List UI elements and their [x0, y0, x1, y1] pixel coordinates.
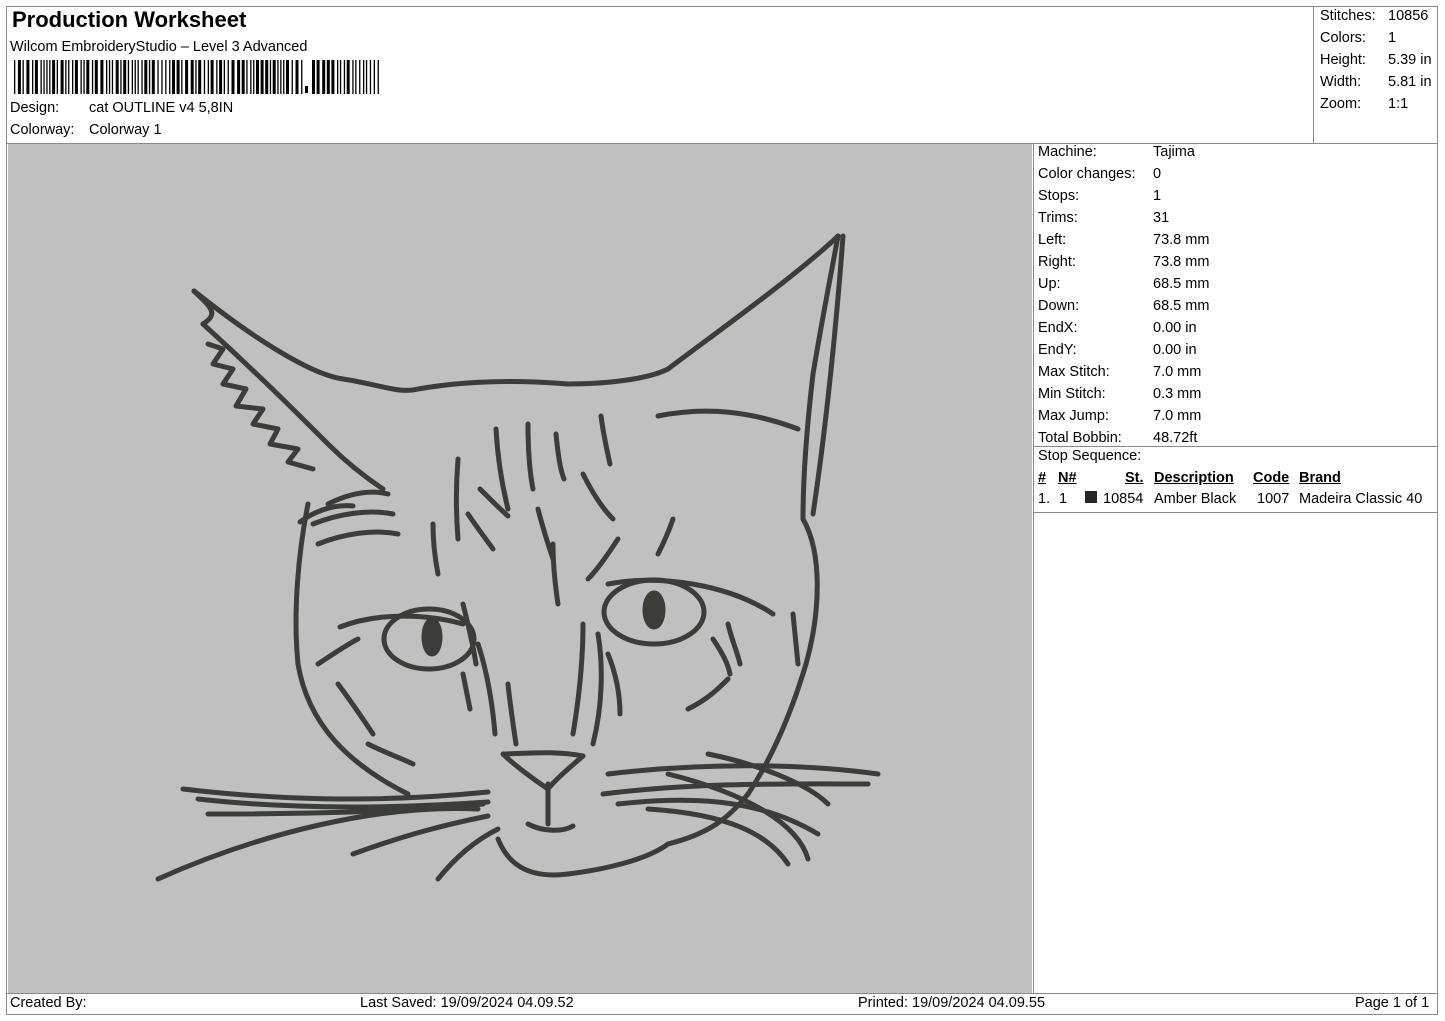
row-st: 10854 [1103, 491, 1144, 507]
last-saved: Last Saved: 19/09/2024 04.09.52 [360, 995, 574, 1011]
info-row: Max Stitch: 7.0 mm [1038, 364, 1202, 380]
stat-zoom: Zoom: 1:1 [1320, 96, 1409, 112]
design-row: Design: cat OUTLINE v4 5,8IN [10, 100, 233, 116]
info-row: Max Jump: 7.0 mm [1038, 408, 1202, 424]
info-row: Min Stitch: 0.3 mm [1038, 386, 1202, 402]
colorway-value: Colorway 1 [89, 122, 162, 138]
table-row: 1. 1 10854 Amber Black 1007 Madeira Clas… [1033, 491, 1438, 511]
info-row: Trims: 31 [1038, 210, 1170, 226]
info-row: Color changes: 0 [1038, 166, 1162, 182]
page-title: Production Worksheet [12, 7, 247, 32]
design-preview [8, 144, 1032, 993]
created-by: Created By: [10, 995, 87, 1011]
row-code: 1007 [1257, 491, 1290, 507]
info-row: Left: 73.8 mm [1038, 232, 1210, 248]
stat-colors: Colors: 1 [1320, 30, 1397, 46]
col-num: # [1038, 470, 1047, 486]
app-name: Wilcom EmbroideryStudio – Level 3 Advanc… [10, 39, 308, 55]
col-code: Code [1253, 470, 1290, 486]
printed-date: Printed: 19/09/2024 04.09.55 [858, 995, 1046, 1011]
color-swatch [1085, 491, 1097, 503]
info-row: Down: 68.5 mm [1038, 298, 1210, 314]
stat-height: Height: 5.39 in [1320, 52, 1432, 68]
stat-stitches: Stitches: 10856 [1320, 8, 1429, 24]
colorway-label: Colorway: [10, 122, 75, 138]
row-brand: Madeira Classic 40 [1299, 491, 1423, 507]
info-row: Stops: 1 [1038, 188, 1162, 204]
design-label: Design: [10, 100, 60, 116]
info-row: Right: 73.8 mm [1038, 254, 1210, 270]
info-divider [1033, 446, 1438, 447]
col-description: Description [1154, 470, 1234, 486]
panel-divider [1033, 143, 1034, 994]
info-row: Up: 68.5 mm [1038, 276, 1210, 292]
row-num: 1. [1038, 491, 1051, 507]
colorway-row: Colorway: Colorway 1 [10, 122, 162, 138]
page-number: Page 1 of 1 [1355, 995, 1430, 1011]
info-row: EndX: 0.00 in [1038, 320, 1197, 336]
info-row: Total Bobbin: 48.72ft [1038, 430, 1198, 446]
col-n: N# [1058, 470, 1077, 486]
stat-width: Width: 5.81 in [1320, 74, 1432, 90]
row-description: Amber Black [1154, 491, 1237, 507]
stop-sequence-title: Stop Sequence: [1038, 448, 1142, 464]
col-st: St. [1125, 470, 1144, 486]
row-n: 1 [1059, 491, 1068, 507]
summary-stats: Stitches: 10856 Colors: 1 Height: 5.39 in W… [1313, 6, 1438, 143]
stop-sequence-header: # N# St. Description Code Brand [1033, 470, 1438, 490]
info-row: Machine: Tajima [1038, 144, 1195, 160]
info-row: EndY: 0.00 in [1038, 342, 1197, 358]
sequence-divider [1033, 512, 1438, 513]
cat-outline-embroidery [155, 233, 881, 882]
design-value: cat OUTLINE v4 5,8IN [89, 100, 234, 116]
footer-divider [6, 993, 1438, 994]
barcode [14, 60, 379, 94]
col-brand: Brand [1299, 470, 1341, 486]
